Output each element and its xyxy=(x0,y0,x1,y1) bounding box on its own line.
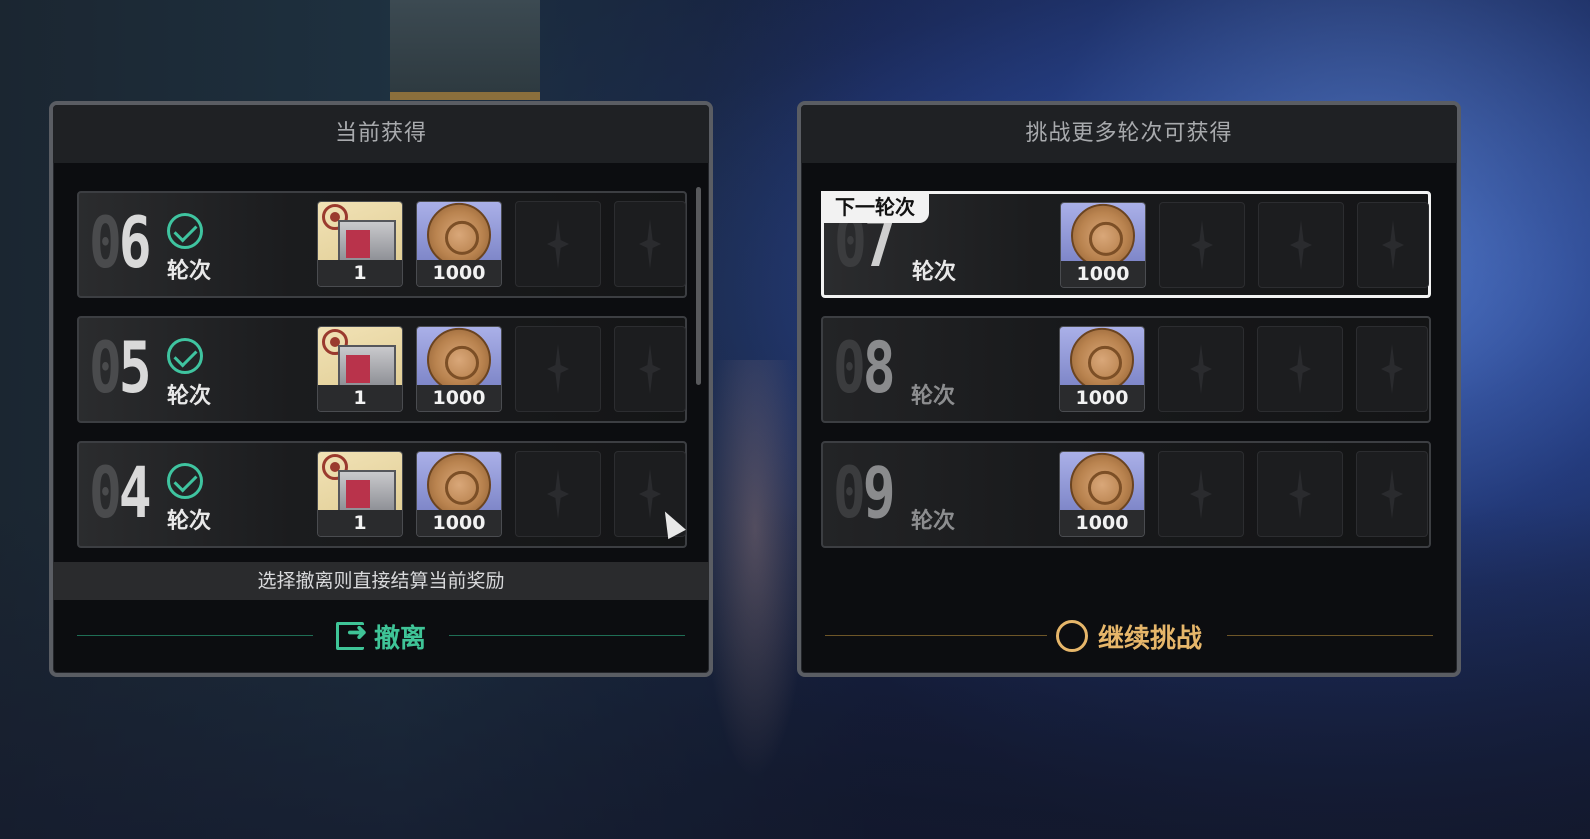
evacuate-notice: 选择撤离则直接结算当前奖励 xyxy=(53,562,709,600)
round-label: 轮次 xyxy=(167,509,212,534)
panel-title: 当前获得 xyxy=(53,105,709,163)
star-placeholder-icon xyxy=(1381,469,1403,519)
evacuate-label: 撤离 xyxy=(373,622,426,653)
reward-quantity: 1000 xyxy=(417,510,501,536)
round-number: 05 xyxy=(89,327,152,409)
round-row: 08 轮次 1000 xyxy=(821,316,1431,423)
evacuate-action-bar: 撤离 xyxy=(53,599,709,673)
star-placeholder-icon xyxy=(1382,220,1404,270)
round-number: 08 xyxy=(833,327,896,409)
round-label: 轮次 xyxy=(167,259,212,284)
continue-challenge-label: 继续挑战 xyxy=(1097,622,1202,653)
coin-icon xyxy=(1060,452,1144,517)
coin-icon xyxy=(417,202,501,267)
reward-slot[interactable]: 1000 xyxy=(1060,202,1146,288)
reward-slot[interactable]: 1000 xyxy=(416,326,502,412)
empty-slot xyxy=(1357,202,1429,288)
star-placeholder-icon xyxy=(1290,220,1312,270)
supply-box-icon xyxy=(318,202,402,264)
current-rewards-panel: 当前获得 06 轮次 1 1000 05 轮次 1 1000 04 轮次 1 1… xyxy=(49,101,713,677)
reward-slot[interactable]: 1000 xyxy=(416,201,502,287)
reward-slot[interactable]: 1000 xyxy=(1059,326,1145,412)
star-placeholder-icon xyxy=(547,469,569,519)
divider-line xyxy=(825,635,1047,636)
continue-challenge-button[interactable]: 继续挑战 xyxy=(1055,618,1202,655)
round-label: 轮次 xyxy=(912,260,957,285)
star-placeholder-icon xyxy=(1190,344,1212,394)
round-row: 05 轮次 1 1000 xyxy=(77,316,687,423)
check-icon xyxy=(167,463,203,499)
background-character xyxy=(700,360,810,780)
round-number: 04 xyxy=(89,452,152,534)
reward-quantity: 1000 xyxy=(1060,510,1144,536)
empty-slot xyxy=(515,326,601,412)
star-placeholder-icon xyxy=(1191,220,1213,270)
reward-quantity: 1 xyxy=(318,510,402,536)
next-round-row: 07 下一轮次 轮次 1000 xyxy=(821,191,1431,298)
evacuate-button[interactable]: 撤离 xyxy=(335,618,426,655)
star-placeholder-icon xyxy=(639,219,661,269)
star-placeholder-icon xyxy=(1289,469,1311,519)
empty-slot xyxy=(1158,326,1244,412)
empty-slot xyxy=(515,201,601,287)
reward-quantity: 1000 xyxy=(417,385,501,411)
panel-title: 挑战更多轮次可获得 xyxy=(801,105,1457,163)
scrollbar[interactable] xyxy=(696,187,701,385)
empty-slot xyxy=(1159,202,1245,288)
future-rounds-list: 07 下一轮次 轮次 1000 08 轮次 1000 09 轮次 1000 xyxy=(821,191,1431,566)
round-label: 轮次 xyxy=(911,509,956,534)
exit-icon xyxy=(335,618,367,650)
next-round-tag: 下一轮次 xyxy=(821,191,929,223)
round-label: 轮次 xyxy=(911,384,956,409)
coin-icon xyxy=(1061,203,1145,268)
star-placeholder-icon xyxy=(639,469,661,519)
reward-quantity: 1000 xyxy=(417,260,501,286)
empty-slot xyxy=(1258,202,1344,288)
supply-box-icon xyxy=(318,452,402,514)
round-row: 09 轮次 1000 xyxy=(821,441,1431,548)
supply-box-icon xyxy=(318,327,402,389)
divider-line xyxy=(1227,635,1433,636)
reward-slot[interactable]: 1 xyxy=(317,201,403,287)
reward-quantity: 1 xyxy=(318,260,402,286)
rounds-list[interactable]: 06 轮次 1 1000 05 轮次 1 1000 04 轮次 1 1000 xyxy=(77,191,687,566)
continue-action-bar: 继续挑战 xyxy=(801,599,1457,673)
empty-slot xyxy=(1356,326,1428,412)
star-placeholder-icon xyxy=(639,344,661,394)
reward-slot[interactable]: 1 xyxy=(317,326,403,412)
reward-slot[interactable]: 1000 xyxy=(1059,451,1145,537)
circle-icon xyxy=(1055,620,1088,652)
coin-icon xyxy=(1060,327,1144,392)
star-placeholder-icon xyxy=(547,219,569,269)
empty-slot xyxy=(1257,326,1343,412)
round-row: 04 轮次 1 1000 xyxy=(77,441,687,548)
reward-slot[interactable]: 1000 xyxy=(416,451,502,537)
round-row: 06 轮次 1 1000 xyxy=(77,191,687,298)
empty-slot xyxy=(614,201,686,287)
empty-slot xyxy=(1356,451,1428,537)
empty-slot xyxy=(614,326,686,412)
check-icon xyxy=(167,213,203,249)
divider-line xyxy=(449,635,685,636)
reward-quantity: 1000 xyxy=(1061,261,1145,287)
check-icon xyxy=(167,338,203,374)
reward-quantity: 1000 xyxy=(1060,385,1144,411)
reward-slot[interactable]: 1 xyxy=(317,451,403,537)
round-label: 轮次 xyxy=(167,384,212,409)
coin-icon xyxy=(417,452,501,517)
star-placeholder-icon xyxy=(1381,344,1403,394)
star-placeholder-icon xyxy=(547,344,569,394)
round-number: 09 xyxy=(833,452,896,534)
background-tower xyxy=(390,0,540,100)
future-rewards-panel: 挑战更多轮次可获得 07 下一轮次 轮次 1000 08 轮次 1000 09 … xyxy=(797,101,1461,677)
coin-icon xyxy=(417,327,501,392)
empty-slot xyxy=(515,451,601,537)
round-number: 06 xyxy=(89,202,152,284)
empty-slot xyxy=(1158,451,1244,537)
star-placeholder-icon xyxy=(1289,344,1311,394)
divider-line xyxy=(77,635,313,636)
empty-slot xyxy=(1257,451,1343,537)
reward-quantity: 1 xyxy=(318,385,402,411)
star-placeholder-icon xyxy=(1190,469,1212,519)
